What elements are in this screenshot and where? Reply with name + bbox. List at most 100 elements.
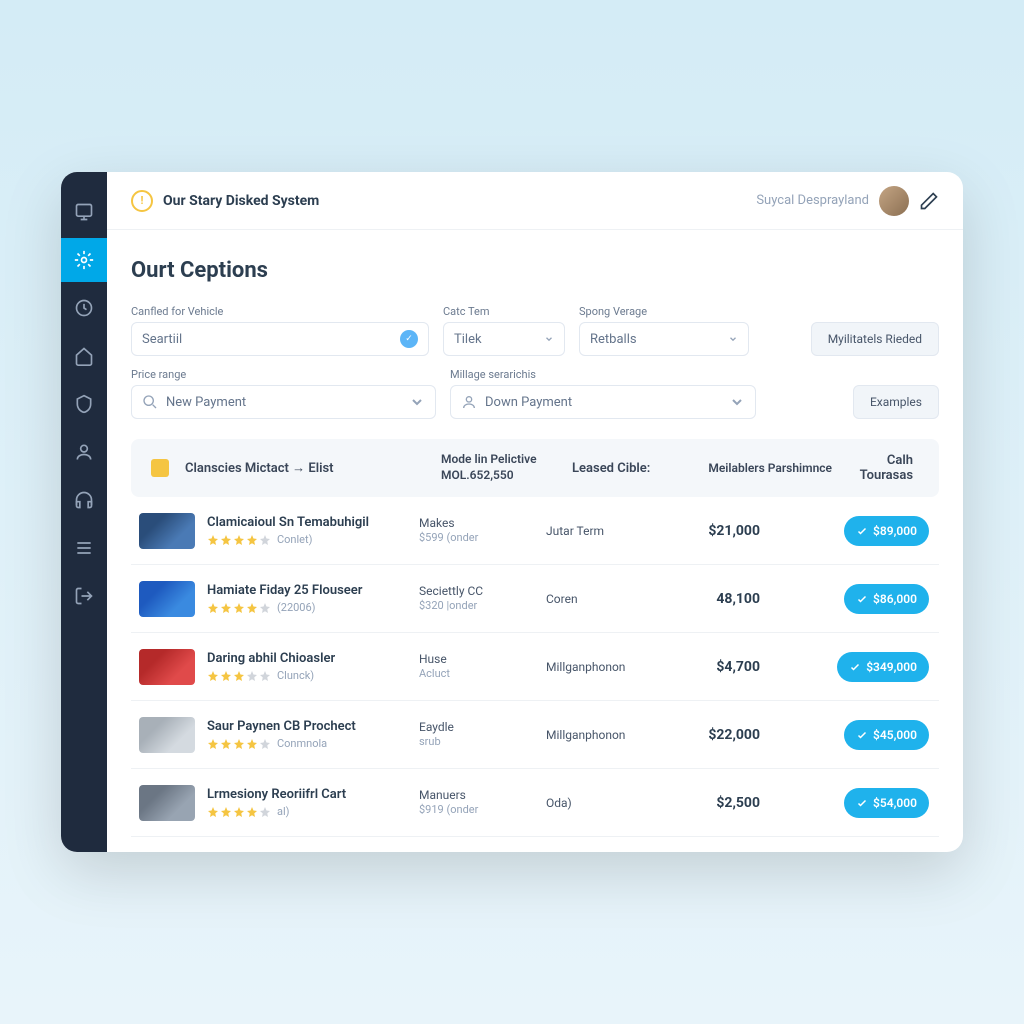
vehicle-name: Clamicaioul Sn Temabuhigil xyxy=(207,515,407,530)
search-icon xyxy=(142,394,158,410)
chevron-down-icon xyxy=(544,334,554,344)
table-row[interactable]: Clamicaioul Sn Temabuhigil Conlet) Makes… xyxy=(131,497,939,565)
car-thumbnail xyxy=(139,581,195,617)
row-lease: Millganphonon xyxy=(546,660,658,674)
vehicle-name: Hamiate Fiday 25 Flouseer xyxy=(207,583,407,598)
th-performance: Meilablers Parshimnce xyxy=(700,461,832,475)
page-title: Ourt Ceptions xyxy=(131,258,939,283)
th-total: Calh Tourasas xyxy=(848,453,919,483)
rating-label: Conlet) xyxy=(277,533,312,546)
rating: (22006) xyxy=(207,601,407,614)
sidebar-icon-menu[interactable] xyxy=(61,526,107,570)
row-main: Hamiate Fiday 25 Flouseer (22006) xyxy=(207,583,407,614)
row-lease: Coren xyxy=(546,592,658,606)
row-lease: Jutar Term xyxy=(546,524,658,538)
edit-icon[interactable] xyxy=(919,191,939,211)
mileage-select[interactable]: Down Payment xyxy=(450,385,756,419)
vehicle-name: Lrmesiony Reoriifrl Cart xyxy=(207,787,407,802)
rating-label: Conmnola xyxy=(277,737,327,750)
check-icon xyxy=(849,661,861,673)
row-price: $2,500 xyxy=(670,795,760,811)
car-thumbnail xyxy=(139,785,195,821)
sidebar xyxy=(61,172,107,852)
filter-price: Price range New Payment xyxy=(131,368,436,419)
sidebar-icon-history[interactable] xyxy=(61,286,107,330)
price-action-button[interactable]: $45,000 xyxy=(844,720,929,750)
stars-icon xyxy=(207,602,271,614)
stars-icon xyxy=(207,738,271,750)
stars-icon xyxy=(207,670,271,682)
price-action-button[interactable]: $89,000 xyxy=(844,516,929,546)
list-icon xyxy=(151,459,169,477)
filter-price-label: Price range xyxy=(131,368,436,381)
row-make: Seciettly CC$320 |onder xyxy=(419,584,534,614)
rating-label: Clunck) xyxy=(277,669,314,682)
rating: Conlet) xyxy=(207,533,407,546)
row-make: Manuers$919 (onder xyxy=(419,788,534,818)
range-select[interactable]: Retballs xyxy=(579,322,749,356)
row-price: $22,000 xyxy=(670,727,760,743)
filter-range-label: Spong Verage xyxy=(579,305,749,318)
row-make: Makes$599 (onder xyxy=(419,516,534,546)
row-price: $4,700 xyxy=(670,659,760,675)
sidebar-icon-user[interactable] xyxy=(61,430,107,474)
row-lease: Oda) xyxy=(546,796,658,810)
sidebar-icon-home[interactable] xyxy=(61,334,107,378)
chevron-down-icon xyxy=(729,394,745,410)
th-model: Mode lin Pelictive MOL.652,550 xyxy=(441,452,556,483)
logo-icon: ! xyxy=(131,190,153,212)
table-row[interactable]: Lrmesiony Reoriifrl Cart al) Manuers$919… xyxy=(131,769,939,837)
table-row[interactable]: Saur Paynen CB Prochect Conmnola Eaydles… xyxy=(131,701,939,769)
sidebar-icon-support[interactable] xyxy=(61,478,107,522)
search-placeholder: Seartiil xyxy=(142,332,182,347)
app-title: Our Stary Disked System xyxy=(163,193,319,209)
check-icon xyxy=(856,797,868,809)
row-make: Eaydlesrub xyxy=(419,720,534,750)
row-main: Daring abhil Chioasler Clunck) xyxy=(207,651,407,682)
examples-button[interactable]: Examples xyxy=(853,385,939,419)
rating-label: (22006) xyxy=(277,601,316,614)
price-action-button[interactable]: $86,000 xyxy=(844,584,929,614)
price-action-button[interactable]: $54,000 xyxy=(844,788,929,818)
rating: Clunck) xyxy=(207,669,407,682)
filter-vehicle: Canfled for Vehicle Seartiil ✓ xyxy=(131,305,429,356)
vehicle-name: Daring abhil Chioasler xyxy=(207,651,407,666)
term-select[interactable]: Tilek xyxy=(443,322,565,356)
avatar[interactable] xyxy=(879,186,909,216)
price-action-button[interactable]: $349,000 xyxy=(837,652,929,682)
table-row[interactable]: Daring abhil Chioasler Clunck) HuseAcluc… xyxy=(131,633,939,701)
stars-icon xyxy=(207,534,271,546)
sidebar-icon-shield[interactable] xyxy=(61,382,107,426)
rating: al) xyxy=(207,805,407,818)
th-name: Clanscies Mictact → Elist xyxy=(185,460,425,476)
sidebar-icon-settings[interactable] xyxy=(61,238,107,282)
table-header: Clanscies Mictact → Elist Mode lin Pelic… xyxy=(131,439,939,497)
search-badge-icon: ✓ xyxy=(400,330,418,348)
check-icon xyxy=(856,729,868,741)
main-content: ! Our Stary Disked System Suycal Despray… xyxy=(107,172,963,852)
stars-icon xyxy=(207,806,271,818)
recent-button[interactable]: Myilitatels Rieded xyxy=(811,322,939,356)
row-price: 48,100 xyxy=(670,591,760,607)
filter-term-label: Catc Tem xyxy=(443,305,565,318)
rating: Conmnola xyxy=(207,737,407,750)
th-lease: Leased Cible: xyxy=(572,461,684,476)
sidebar-icon-dashboard[interactable] xyxy=(61,190,107,234)
vehicle-name: Saur Paynen CB Prochect xyxy=(207,719,407,734)
filter-range: Spong Verage Retballs xyxy=(579,305,749,356)
car-thumbnail xyxy=(139,717,195,753)
chevron-down-icon xyxy=(728,334,738,344)
row-main: Lrmesiony Reoriifrl Cart al) xyxy=(207,787,407,818)
check-icon xyxy=(856,525,868,537)
table-row[interactable]: Hamiate Fiday 25 Flouseer (22006) Seciet… xyxy=(131,565,939,633)
filter-vehicle-label: Canfled for Vehicle xyxy=(131,305,429,318)
sidebar-icon-exit[interactable] xyxy=(61,574,107,618)
price-select[interactable]: New Payment xyxy=(131,385,436,419)
row-price: $21,000 xyxy=(670,523,760,539)
row-lease: Millganphonon xyxy=(546,728,658,742)
car-thumbnail xyxy=(139,513,195,549)
app-window: ! Our Stary Disked System Suycal Despray… xyxy=(61,172,963,852)
content: Ourt Ceptions Canfled for Vehicle Searti… xyxy=(107,230,963,852)
filter-row-1: Canfled for Vehicle Seartiil ✓ Catc Tem … xyxy=(131,305,939,356)
search-input[interactable]: Seartiil ✓ xyxy=(131,322,429,356)
